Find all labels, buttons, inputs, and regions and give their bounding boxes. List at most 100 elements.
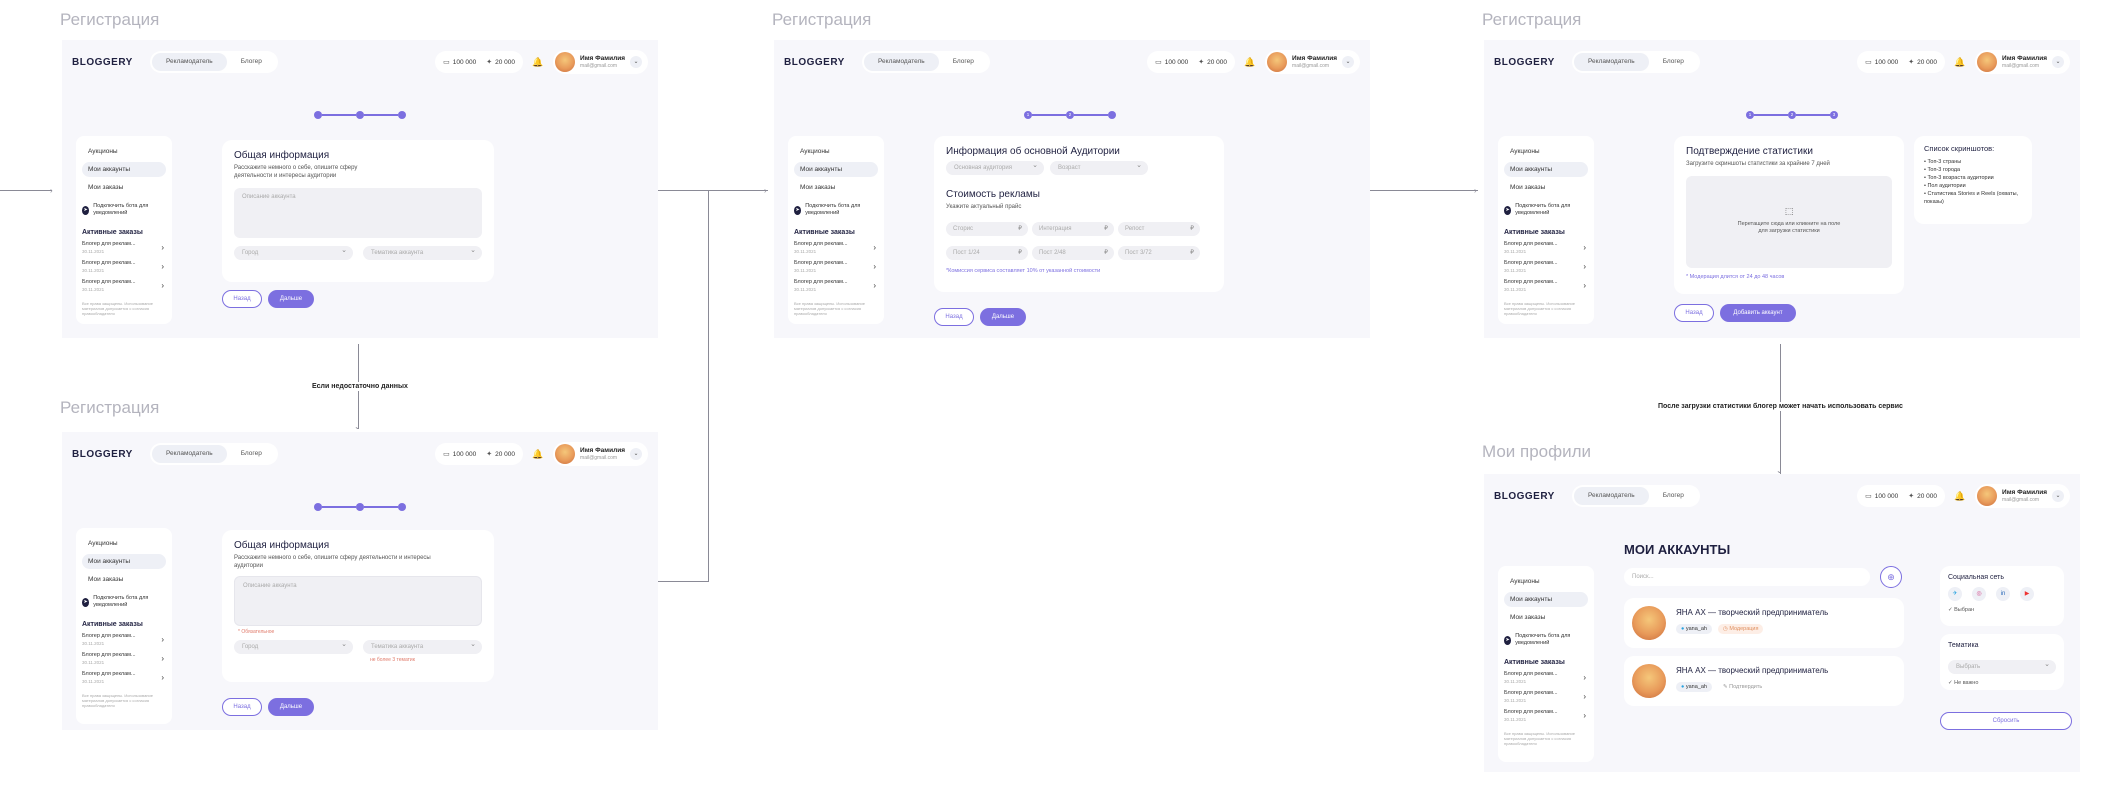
chevron-down-icon[interactable]: ⌄	[630, 448, 642, 460]
chevron-down-icon[interactable]: ⌄	[2052, 56, 2064, 68]
sidebar-item-my-accounts[interactable]: Мои аккаунты	[794, 162, 878, 177]
telegram-bot-link[interactable]: ➤ Подключить бота для уведомлений	[82, 203, 166, 217]
sidebar-item-auctions[interactable]: Аукционы	[1504, 574, 1588, 589]
sidebar-item-my-accounts[interactable]: Мои аккаунты	[1504, 592, 1588, 607]
sidebar-item-my-orders[interactable]: Мои заказы	[1504, 180, 1588, 195]
account-card[interactable]: ЯНА АХ — творческий предприниматель ● ya…	[1624, 656, 1904, 706]
back-button[interactable]: Назад	[1674, 304, 1714, 322]
active-order-item[interactable]: Блогер для реклам... 30.11.2021 ›	[794, 241, 878, 255]
telegram-bot-link[interactable]: ➤ Подключить бота для уведомлений	[794, 203, 878, 217]
topic-select[interactable]: Тематика аккаунта	[363, 638, 482, 654]
audience-select[interactable]: Основная аудитория	[946, 159, 1044, 175]
next-button[interactable]: Дальше	[268, 290, 314, 308]
description-textarea[interactable]: Описание аккаунта	[234, 576, 482, 626]
chevron-down-icon[interactable]: ⌄	[1342, 56, 1354, 68]
wallet[interactable]: ▭ 100 000 ✦ 20 000	[435, 51, 524, 73]
wallet[interactable]: ▭ 100 000 ✦ 20 000	[1147, 51, 1236, 73]
user-menu[interactable]: Имя Фамилия mail@gmail.com ⌄	[1975, 484, 2070, 508]
city-select[interactable]: Город	[234, 638, 353, 654]
sidebar-item-auctions[interactable]: Аукционы	[1504, 144, 1588, 159]
sidebar-item-auctions[interactable]: Аукционы	[794, 144, 878, 159]
active-order-item[interactable]: Блогер для реклам... 30.11.2021 ›	[1504, 279, 1588, 293]
sidebar-item-my-accounts[interactable]: Мои аккаунты	[1504, 162, 1588, 177]
back-button[interactable]: Назад	[222, 698, 262, 716]
active-order-item[interactable]: Блогер для реклам... 30.11.2021 ›	[82, 279, 166, 293]
telegram-bot-link[interactable]: ➤ Подключить бота для уведомлений	[82, 595, 166, 609]
active-order-item[interactable]: Блогер для реклам... 30.11.2021 ›	[1504, 260, 1588, 274]
price-input-post-72[interactable]: Пост 3/72 ₽	[1118, 246, 1200, 260]
sidebar-item-my-orders[interactable]: Мои заказы	[794, 180, 878, 195]
price-input-stories[interactable]: Сторис ₽	[946, 222, 1028, 236]
tab-advertiser[interactable]: Рекламодатель	[1574, 53, 1649, 71]
add-account-button[interactable]: Добавить аккаунт	[1720, 304, 1796, 322]
next-button[interactable]: Дальше	[268, 698, 314, 716]
active-order-item[interactable]: Блогер для реклам... 30.11.2021 ›	[1504, 709, 1588, 723]
active-order-item[interactable]: Блогер для реклам... 30.11.2021 ›	[82, 260, 166, 274]
logo[interactable]: BLOGGERY	[72, 449, 150, 460]
user-menu[interactable]: Имя Фамилия mail@gmail.com ⌄	[1975, 50, 2070, 74]
telegram-bot-link[interactable]: ➤ Подключить бота для уведомлений	[1504, 203, 1588, 217]
price-input-repost[interactable]: Репост ₽	[1118, 222, 1200, 236]
chevron-down-icon[interactable]: ⌄	[2052, 490, 2064, 502]
tab-blogger[interactable]: Блогер	[227, 53, 276, 71]
tab-blogger[interactable]: Блогер	[939, 53, 988, 71]
bell-icon[interactable]: 🔔	[1951, 491, 1969, 502]
user-menu[interactable]: Имя Фамилия mail@gmail.com ⌄	[1265, 50, 1360, 74]
price-input-integration[interactable]: Интеграция ₽	[1032, 222, 1114, 236]
youtube-icon[interactable]: ▶	[2020, 587, 2034, 601]
logo[interactable]: BLOGGERY	[72, 57, 150, 68]
search-input[interactable]: Поиск...	[1624, 568, 1870, 586]
wallet[interactable]: ▭ 100 000 ✦ 20 000	[1857, 51, 1946, 73]
user-menu[interactable]: Имя Фамилия mail@gmail.com ⌄	[553, 442, 648, 466]
active-order-item[interactable]: Блогер для реклам... 30.11.2021 ›	[1504, 241, 1588, 255]
topic-select[interactable]: Выбрать	[1948, 658, 2056, 674]
bell-icon[interactable]: 🔔	[529, 449, 547, 460]
price-input-post-48[interactable]: Пост 2/48 ₽	[1032, 246, 1114, 260]
tab-advertiser[interactable]: Рекламодатель	[1574, 487, 1649, 505]
active-order-item[interactable]: Блогер для реклам... 30.11.2021 ›	[82, 652, 166, 666]
wallet[interactable]: ▭ 100 000 ✦ 20 000	[435, 443, 524, 465]
linkedin-icon[interactable]: in	[1996, 587, 2010, 601]
upload-dropzone[interactable]: ⬚ Перетащите сюда или кликните на поле д…	[1686, 176, 1892, 268]
next-button[interactable]: Дальше	[980, 308, 1026, 326]
telegram-bot-link[interactable]: ➤ Подключить бота для уведомлений	[1504, 633, 1588, 647]
tab-advertiser[interactable]: Рекламодатель	[152, 445, 227, 463]
age-select[interactable]: Возраст	[1050, 159, 1148, 175]
active-order-item[interactable]: Блогер для реклам... 30.11.2021 ›	[1504, 671, 1588, 685]
price-input-post-24[interactable]: Пост 1/24 ₽	[946, 246, 1028, 260]
bell-icon[interactable]: 🔔	[1241, 57, 1259, 68]
description-textarea[interactable]: Описание аккаунта	[234, 188, 482, 238]
sidebar-item-my-accounts[interactable]: Мои аккаунты	[82, 554, 166, 569]
active-order-item[interactable]: Блогер для реклам... 30.11.2021 ›	[82, 671, 166, 685]
topic-select[interactable]: Тематика аккаунта	[363, 244, 482, 260]
filter-none[interactable]: ✓ Не важно	[1948, 680, 2056, 686]
active-order-item[interactable]: Блогер для реклам... 30.11.2021 ›	[82, 241, 166, 255]
sidebar-item-auctions[interactable]: Аукционы	[82, 536, 166, 551]
city-select[interactable]: Город	[234, 244, 353, 260]
confirm-link[interactable]: ✎ Подтвердить	[1718, 682, 1767, 692]
logo[interactable]: BLOGGERY	[1494, 57, 1572, 68]
sidebar-item-my-accounts[interactable]: Мои аккаунты	[82, 162, 166, 177]
user-menu[interactable]: Имя Фамилия mail@gmail.com ⌄	[553, 50, 648, 74]
tab-blogger[interactable]: Блогер	[1649, 487, 1698, 505]
bell-icon[interactable]: 🔔	[529, 57, 547, 68]
back-button[interactable]: Назад	[222, 290, 262, 308]
instagram-icon[interactable]: ◎	[1972, 587, 1986, 601]
wallet[interactable]: ▭ 100 000 ✦ 20 000	[1857, 485, 1946, 507]
chevron-down-icon[interactable]: ⌄	[630, 56, 642, 68]
sidebar-item-my-orders[interactable]: Мои заказы	[82, 180, 166, 195]
sidebar-item-my-orders[interactable]: Мои заказы	[1504, 610, 1588, 625]
add-user-icon[interactable]: ⊕	[1880, 566, 1902, 588]
telegram-icon[interactable]: ✈	[1948, 587, 1962, 601]
tab-blogger[interactable]: Блогер	[227, 445, 276, 463]
active-order-item[interactable]: Блогер для реклам... 30.11.2021 ›	[82, 633, 166, 647]
logo[interactable]: BLOGGERY	[784, 57, 862, 68]
logo[interactable]: BLOGGERY	[1494, 491, 1572, 502]
tab-advertiser[interactable]: Рекламодатель	[864, 53, 939, 71]
account-card[interactable]: ЯНА АХ — творческий предприниматель ● ya…	[1624, 598, 1904, 648]
active-order-item[interactable]: Блогер для реклам... 30.11.2021 ›	[794, 260, 878, 274]
active-order-item[interactable]: Блогер для реклам... 30.11.2021 ›	[1504, 690, 1588, 704]
sidebar-item-my-orders[interactable]: Мои заказы	[82, 572, 166, 587]
reset-button[interactable]: Сбросить	[1940, 712, 2072, 730]
sidebar-item-auctions[interactable]: Аукционы	[82, 144, 166, 159]
